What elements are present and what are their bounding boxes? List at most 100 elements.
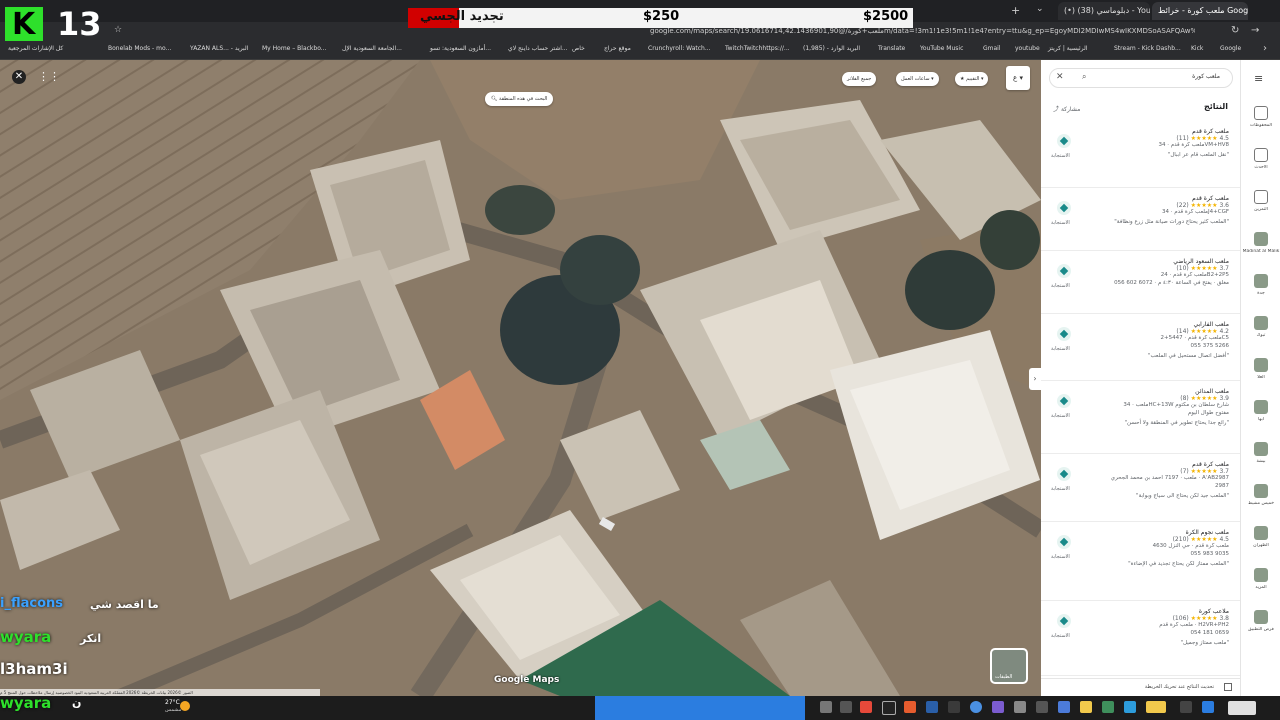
result-item[interactable]: الاستجابة ملعب المدائن (8) ★★★★★ 3.9 ملعب ·…: [1041, 380, 1240, 454]
forward-icon[interactable]: →: [1251, 25, 1259, 36]
result-action-label: الاستجابة: [1051, 554, 1070, 560]
search-this-area-button[interactable]: 🔍︎ البحث في هذه المنطقة: [485, 92, 554, 106]
result-item[interactable]: الاستجابة ملعب السعود الرياضي (10) ★★★★★ 3…: [1041, 250, 1240, 314]
rail-item[interactable]: خميس مشيط: [1241, 478, 1280, 518]
hours-filter-chip[interactable]: ساعات العمل ▾: [896, 72, 939, 86]
taskbar-app-icon[interactable]: [948, 701, 960, 713]
bookmark-item[interactable]: أمازون السعودية: تسو...: [430, 45, 491, 52]
bookmark-item[interactable]: Kick: [1191, 45, 1203, 52]
rail-item[interactable]: جدة: [1241, 268, 1280, 308]
result-item[interactable]: الاستجابة ملعب كرة قدم (11) ★★★★★ 4.5 ملعب …: [1041, 120, 1240, 188]
rail-item[interactable]: الأحدث: [1241, 142, 1280, 182]
result-item[interactable]: الاستجابة ملعب الفارابي (14) ★★★★★ 4.2 ملعب…: [1041, 313, 1240, 381]
bookmark-item[interactable]: My Home – Blackbo...: [262, 45, 327, 52]
tab-search-icon[interactable]: ⌄: [1036, 4, 1044, 14]
tab-label: ملعب كورة - خرائط Google: [1158, 6, 1248, 15]
rail-item[interactable]: العلا: [1241, 352, 1280, 392]
bookmark-item[interactable]: الرئيسية | كريتز: [1048, 45, 1087, 52]
taskbar-app-icon[interactable]: [1036, 701, 1048, 713]
side-rail: ≡ المحفوظات الأحدث التمرين Madinat al Malik…: [1240, 60, 1280, 696]
taskbar-app-icon[interactable]: [970, 701, 982, 713]
compass-icon[interactable]: ✕: [12, 70, 26, 84]
taskbar-app-icon[interactable]: [1014, 701, 1026, 713]
bookmark-item[interactable]: TwitchTwitchhttps://...: [725, 45, 790, 52]
taskbar-app-icon[interactable]: [1202, 701, 1214, 713]
url-field[interactable]: google.com/maps/search/ملعب+كورة/@19.061…: [650, 27, 1195, 35]
bookmark-item[interactable]: Translate: [878, 45, 905, 52]
taskbar-app-icon[interactable]: [882, 701, 896, 715]
search-input[interactable]: ملعب كورة: [1192, 73, 1220, 80]
rail-item-label: المحفوظات: [1250, 123, 1272, 128]
reload-icon[interactable]: ↻: [1231, 25, 1239, 36]
bookmarks-bar: › كل الإشارات المرجعية Bonelab Mods - mo.…: [0, 42, 1280, 60]
search-icon[interactable]: ⌕: [1082, 72, 1086, 82]
result-review-snippet: "الملعب كثير يحتاج دورات صيانة مثل زرع و…: [1114, 219, 1229, 225]
taskbar-app-icon[interactable]: [860, 701, 872, 713]
all-filters-chip[interactable]: جميع الفلاتر: [842, 72, 877, 86]
rail-item[interactable]: المزيد: [1241, 562, 1280, 602]
taskbar-app-icon[interactable]: [904, 701, 916, 713]
close-icon[interactable]: ✕: [1056, 72, 1064, 82]
bookmark-item[interactable]: Gmail: [983, 45, 1001, 52]
result-review-snippet: "الملعب جيد لكن يحتاج الى سياج وبوابة": [1136, 493, 1229, 499]
result-item[interactable]: الاستجابة ملعب نجوم الكرة (210) ★★★★★ 4.5 م…: [1041, 521, 1240, 601]
taskbar-app-icon[interactable]: [1080, 701, 1092, 713]
update-results-checkbox[interactable]: [1224, 683, 1232, 691]
rail-item[interactable]: Madinat al Malik: [1241, 226, 1280, 266]
donation-label: تجديد الجسي: [420, 9, 504, 24]
result-item[interactable]: الاستجابة ملعب كرة قدم (7) ★★★★★ 3.7 ملعب ·…: [1041, 453, 1240, 522]
bookmark-item[interactable]: Stream - Kick Dashb...: [1114, 45, 1181, 52]
bookmark-item[interactable]: Bonelab Mods - mo...: [108, 45, 171, 52]
bookmark-item[interactable]: الجامعة السعودية الإل...: [342, 45, 402, 52]
rail-item[interactable]: فرص التطبيق: [1241, 604, 1280, 644]
bookmark-item[interactable]: موقع حراج: [604, 45, 631, 52]
tab-google-maps[interactable]: ملعب كورة - خرائط Google: [1152, 2, 1248, 20]
rail-item[interactable]: أبها: [1241, 394, 1280, 434]
result-item[interactable]: الاستجابة ملعب كرة قدم (22) ★★★★★ 3.6 ملعب …: [1041, 187, 1240, 251]
new-tab-icon[interactable]: +: [1011, 4, 1020, 17]
taskbar-app-icon[interactable]: [1102, 701, 1114, 713]
rail-item-label: تبوك: [1256, 333, 1266, 338]
taskbar-app-icon[interactable]: [1058, 701, 1070, 713]
layers-button[interactable]: الطبقات: [990, 648, 1028, 684]
bookmarks-more-icon[interactable]: ›: [1263, 43, 1267, 54]
taskbar-app-icon[interactable]: [1124, 701, 1136, 713]
logo-letter: K: [12, 7, 36, 42]
result-review-count: (11): [1176, 135, 1189, 142]
bookmark-item[interactable]: كل الإشارات المرجعية: [8, 45, 63, 52]
result-action-label: الاستجابة: [1051, 153, 1070, 159]
taskbar-app-icon[interactable]: [1228, 701, 1256, 715]
bookmark-item[interactable]: اشتر حساب داينج لاي...: [508, 45, 568, 52]
menu-icon[interactable]: ≡: [1254, 72, 1263, 85]
share-button[interactable]: ⤴ مشاركة: [1053, 104, 1080, 113]
result-review-count: (210): [1172, 536, 1189, 543]
bookmark-item[interactable]: خاص: [572, 45, 585, 52]
rail-item[interactable]: المحفوظات: [1241, 100, 1280, 140]
tab-youtube[interactable]: (•) دبلوماسي (38) - YouTube: [1058, 2, 1150, 20]
taskbar-app-icon[interactable]: [840, 701, 852, 713]
rail-item[interactable]: الظهران: [1241, 520, 1280, 560]
collapse-panel-icon[interactable]: ›: [1029, 368, 1041, 390]
star-icon[interactable]: ☆: [114, 25, 122, 35]
bookmark-item[interactable]: YouTube Music: [920, 45, 963, 52]
result-review-snippet: "نقل الملعب قام عر اببال": [1167, 152, 1229, 158]
taskbar-app-icon[interactable]: [1146, 701, 1166, 713]
apps-grid-icon[interactable]: ⋮⋮: [38, 70, 60, 83]
rail-item[interactable]: تبوك: [1241, 310, 1280, 350]
search-box[interactable]: ✕ ⌕ ملعب كورة: [1049, 68, 1233, 88]
bookmark-item[interactable]: Crunchyroll: Watch...: [648, 45, 711, 52]
taskbar-app-icon[interactable]: [820, 701, 832, 713]
rail-item[interactable]: التمرين: [1241, 184, 1280, 224]
taskbar-app-icon[interactable]: [992, 701, 1004, 713]
rating-filter-chip[interactable]: ★ التقييم ▾: [955, 72, 989, 86]
bookmark-item[interactable]: (1,985) - البريد الوارد: [803, 45, 860, 52]
language-toggle[interactable]: ع ▾: [1006, 66, 1030, 90]
result-rating: (210) ★★★★★ 4.5: [1173, 536, 1229, 543]
taskbar-app-icon[interactable]: [1180, 701, 1192, 713]
result-item[interactable]: الاستجابة ملاعب كورة (106) ★★★★★ 3.8 ملعب ك…: [1041, 600, 1240, 676]
bookmark-item[interactable]: YAZAN ALS... - البريد: [190, 45, 248, 52]
taskbar-app-icon[interactable]: [926, 701, 938, 713]
bookmark-item[interactable]: Google: [1220, 45, 1241, 52]
bookmark-item[interactable]: youtube: [1015, 45, 1040, 52]
rail-item[interactable]: بيشة: [1241, 436, 1280, 476]
